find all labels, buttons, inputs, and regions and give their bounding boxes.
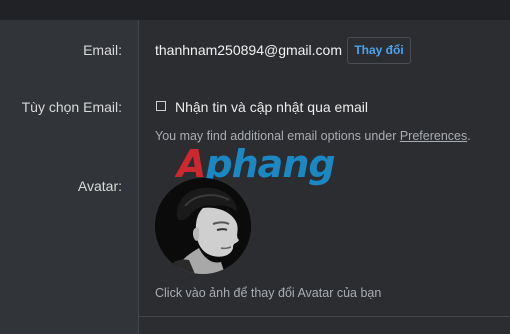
watermark-part-blue: phang — [205, 142, 335, 186]
preferences-link[interactable]: Preferences — [400, 129, 467, 143]
avatar-label: Avatar: — [77, 178, 122, 194]
newsletter-checkbox[interactable] — [156, 101, 166, 111]
email-options-hint-suffix: . — [467, 129, 471, 143]
label-column — [0, 20, 138, 334]
email-label: Email: — [83, 42, 122, 58]
avatar-portrait-icon — [155, 178, 251, 274]
email-options-hint: You may find additional email options un… — [155, 129, 471, 143]
change-email-button[interactable]: Thay đổi — [347, 37, 411, 64]
email-options-hint-text: You may find additional email options un… — [155, 129, 400, 143]
newsletter-checkbox-label[interactable]: Nhận tin và cập nhật qua email — [175, 99, 368, 115]
email-value: thanhnam250894@gmail.com — [155, 42, 342, 58]
top-bar — [0, 0, 510, 20]
column-divider — [138, 20, 139, 334]
bottom-divider — [139, 316, 510, 317]
email-options-label: Tùy chọn Email: — [21, 99, 122, 115]
avatar-hint: Click vào ảnh để thay đổi Avatar của bạn — [155, 286, 382, 300]
avatar-image[interactable] — [155, 178, 251, 274]
